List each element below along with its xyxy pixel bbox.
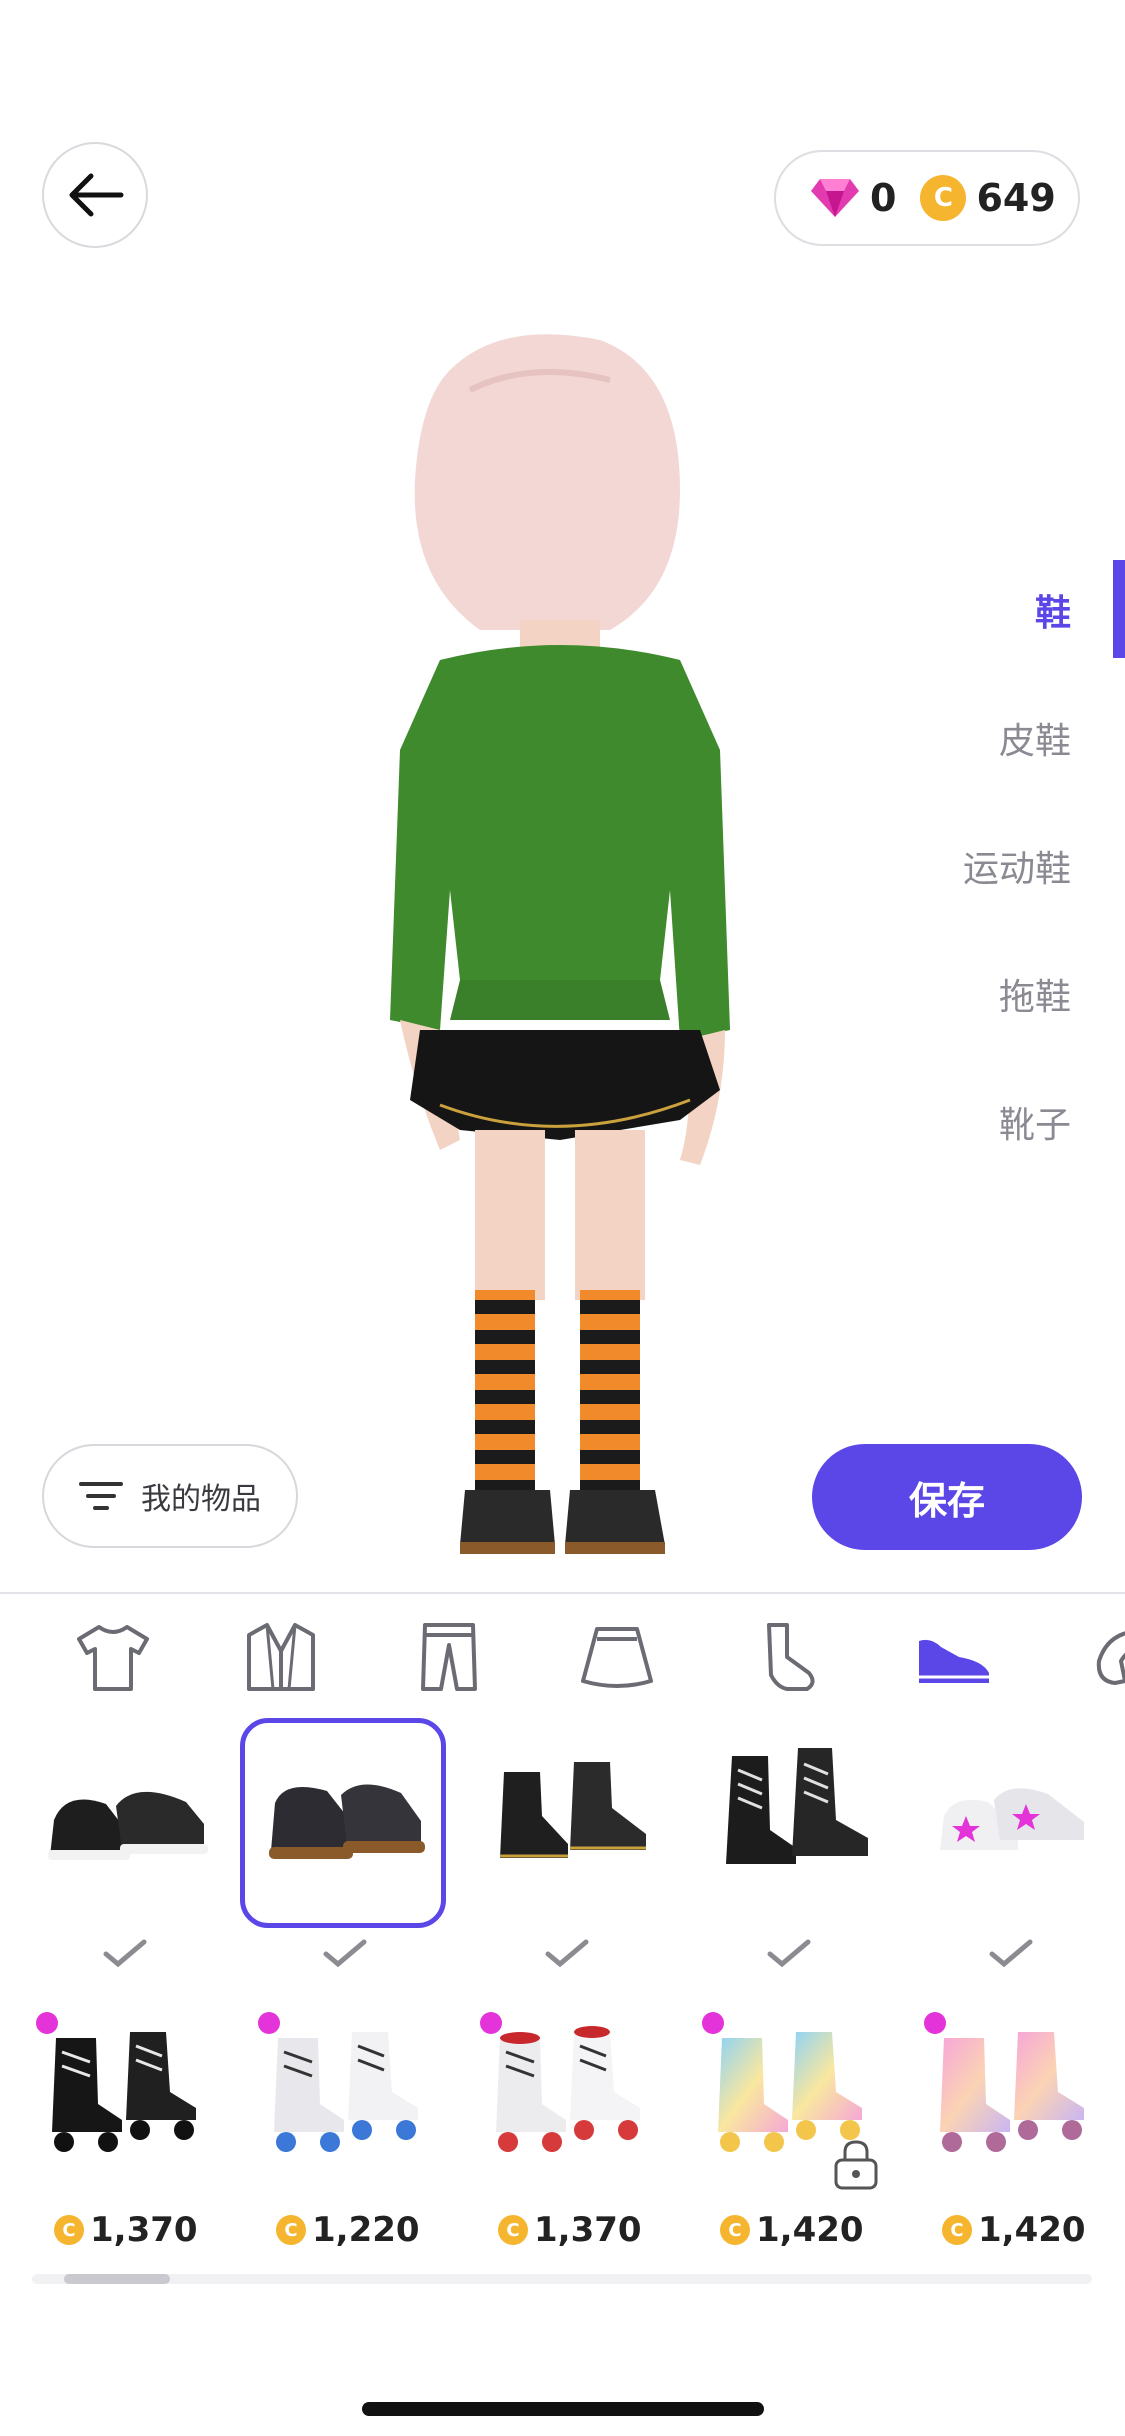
socks-icon[interactable] — [742, 1614, 828, 1700]
price-tag: C 1,370 — [498, 2210, 642, 2250]
owned-item-ankle-boots[interactable] — [470, 1720, 676, 1930]
loafer-icon — [269, 1784, 425, 1859]
skirt-icon[interactable] — [574, 1614, 660, 1700]
lock-icon — [834, 2140, 878, 2190]
owned-check-icon — [989, 1939, 1033, 1968]
owned-check-icon — [767, 1939, 811, 1968]
price-tag: C 1,220 — [276, 2210, 420, 2250]
owned-item-slip-on[interactable] — [26, 1720, 232, 1930]
owned-check-icon — [545, 1939, 589, 1968]
currency-balance[interactable]: 0 C 649 — [774, 150, 1080, 246]
home-indicator[interactable] — [362, 2402, 764, 2416]
coin-count: 649 — [976, 176, 1056, 220]
jacket-icon[interactable] — [238, 1614, 324, 1700]
t-shirt-icon[interactable] — [70, 1614, 156, 1700]
my-items-label: 我的物品 — [141, 1482, 261, 1517]
divider — [0, 1592, 1125, 1594]
shoes-icon[interactable] — [910, 1614, 996, 1700]
category-sneakers[interactable]: 运动鞋 — [963, 840, 1071, 892]
black-roller-skate-icon — [52, 2032, 196, 2152]
accessory-icon[interactable] — [1076, 1614, 1125, 1700]
owned-check-icon — [323, 1939, 367, 1968]
active-category-indicator — [1113, 560, 1125, 658]
pink-pastel-roller-skate-icon — [940, 2032, 1084, 2152]
pants-icon[interactable] — [406, 1614, 492, 1700]
shoe-subcategory-list: 鞋 皮鞋 运动鞋 拖鞋 靴子 — [865, 560, 1125, 1180]
shop-item-white-blue-roller-skates[interactable] — [248, 2008, 454, 2218]
filter-icon — [79, 1482, 123, 1510]
owned-item-star-sneakers[interactable] — [914, 1720, 1120, 1930]
owned-check-icon — [103, 1939, 147, 1968]
price-tag: C 1,420 — [720, 2210, 864, 2250]
shop-item-white-red-roller-skates[interactable] — [470, 2008, 676, 2218]
shop-item-pink-pastel-roller-skates[interactable] — [914, 2008, 1120, 2218]
coin-icon: C — [276, 2215, 306, 2245]
coin-icon: C — [920, 175, 967, 221]
owned-item-lace-up-boots[interactable] — [692, 1720, 898, 1930]
star-sneaker-icon — [940, 1788, 1084, 1850]
white-red-roller-skate-icon — [496, 2026, 640, 2152]
gem-icon — [811, 179, 859, 217]
price-tag: C 1,370 — [54, 2210, 198, 2250]
horizontal-scroll-thumb[interactable] — [64, 2274, 170, 2284]
owned-item-loafers[interactable] — [240, 1718, 446, 1928]
category-shoes[interactable]: 鞋 — [1035, 584, 1071, 636]
save-button[interactable]: 保存 — [812, 1444, 1082, 1550]
horizontal-scroll-track[interactable] — [32, 2274, 1092, 2284]
shop-item-pastel-roller-skates[interactable] — [692, 2008, 898, 2218]
coin-icon: C — [54, 2215, 84, 2245]
item-grid: C 1,370 C 1,220 C 1,370 C 1,420 C 1,420 — [26, 1718, 1125, 2280]
coin-icon: C — [498, 2215, 528, 2245]
back-button[interactable] — [42, 142, 148, 248]
category-slippers[interactable]: 拖鞋 — [999, 968, 1071, 1020]
clothing-category-tabs — [0, 1600, 1125, 1710]
price-tag: C 1,420 — [942, 2210, 1086, 2250]
white-blue-roller-skate-icon — [274, 2032, 418, 2152]
category-boots[interactable]: 靴子 — [999, 1096, 1071, 1148]
coin-icon: C — [942, 2215, 972, 2245]
gem-count: 0 — [870, 176, 897, 220]
coin-icon: C — [720, 2215, 750, 2245]
ankle-boot-icon — [500, 1762, 646, 1858]
category-leather-shoes[interactable]: 皮鞋 — [999, 712, 1071, 764]
shop-item-black-roller-skates[interactable] — [26, 2008, 232, 2218]
slip-on-shoe-icon — [48, 1791, 208, 1860]
my-items-button[interactable]: 我的物品 — [42, 1444, 298, 1548]
avatar-figure — [390, 334, 730, 1554]
back-arrow-icon — [69, 173, 124, 217]
lace-up-boot-icon — [726, 1748, 868, 1864]
